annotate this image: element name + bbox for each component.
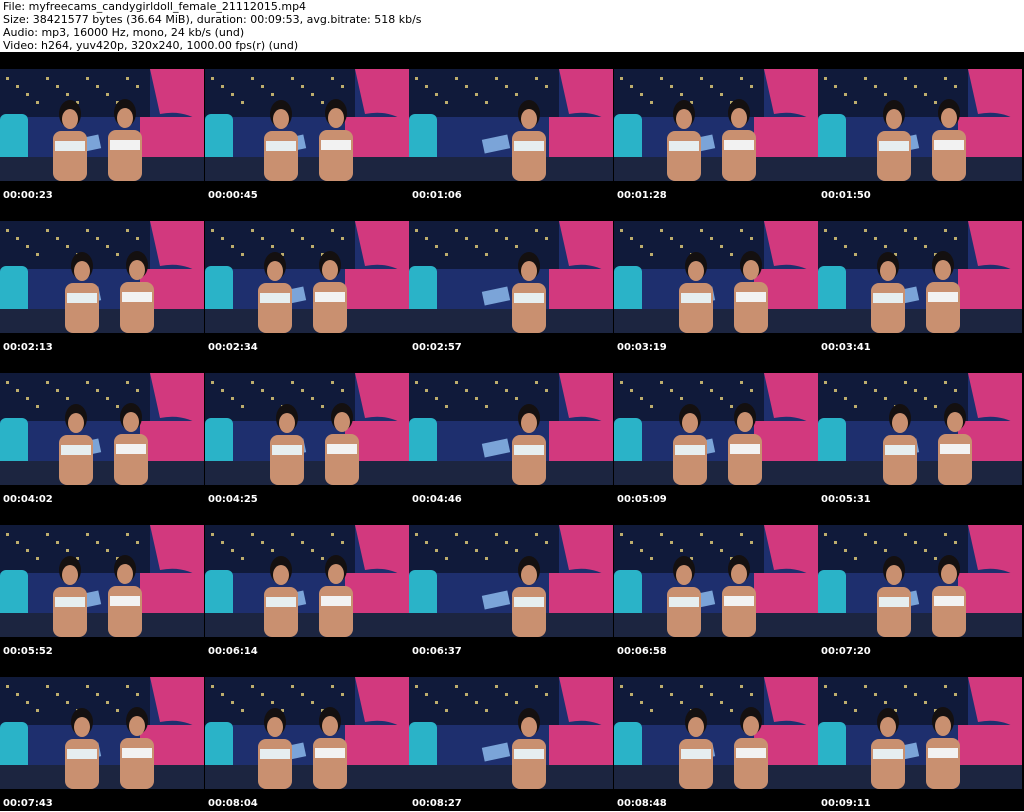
thumbnail-cell: 00:01:50 [818, 52, 1022, 204]
frame-timestamp: 00:08:48 [617, 798, 667, 809]
thumbnail-cell: 00:06:58 [614, 508, 818, 660]
video-frame-thumbnail [818, 221, 1022, 333]
video-frame-thumbnail [614, 677, 818, 789]
thumbnail-cell: 00:02:13 [0, 204, 204, 356]
frame-timestamp: 00:08:27 [412, 798, 462, 809]
video-frame-thumbnail [614, 69, 818, 181]
frame-timestamp: 00:04:25 [208, 494, 258, 505]
frame-timestamp: 00:02:57 [412, 342, 462, 353]
file-name-line: File: myfreecams_candygirldoll_female_21… [3, 0, 307, 13]
frame-timestamp: 00:01:28 [617, 190, 667, 201]
video-frame-thumbnail [614, 525, 818, 637]
video-frame-thumbnail [818, 69, 1022, 181]
video-frame-thumbnail [409, 373, 613, 485]
video-frame-thumbnail [409, 69, 613, 181]
frame-timestamp: 00:08:04 [208, 798, 258, 809]
video-frame-thumbnail [0, 373, 204, 485]
info-header: File: myfreecams_candygirldoll_female_21… [0, 0, 1024, 52]
thumbnail-cell: 00:08:04 [205, 660, 409, 812]
thumbnail-cell: 00:04:46 [409, 356, 613, 508]
frame-timestamp: 00:00:23 [3, 190, 53, 201]
frame-timestamp: 00:03:19 [617, 342, 667, 353]
video-frame-thumbnail [409, 221, 613, 333]
thumbnail-cell: 00:03:41 [818, 204, 1022, 356]
thumbnail-cell: 00:07:20 [818, 508, 1022, 660]
frame-timestamp: 00:05:09 [617, 494, 667, 505]
frame-timestamp: 00:06:58 [617, 646, 667, 657]
frame-timestamp: 00:03:41 [821, 342, 871, 353]
frame-timestamp: 00:01:06 [412, 190, 462, 201]
video-info-line: Video: h264, yuv420p, 320x240, 1000.00 f… [3, 39, 299, 52]
thumbnail-cell: 00:01:28 [614, 52, 818, 204]
frame-timestamp: 00:04:02 [3, 494, 53, 505]
video-frame-thumbnail [818, 373, 1022, 485]
thumbnail-cell: 00:06:14 [205, 508, 409, 660]
video-frame-thumbnail [409, 677, 613, 789]
frame-timestamp: 00:04:46 [412, 494, 462, 505]
video-frame-thumbnail [205, 373, 409, 485]
thumbnail-cell: 00:04:25 [205, 356, 409, 508]
video-frame-thumbnail [205, 525, 409, 637]
thumbnail-cell: 00:05:09 [614, 356, 818, 508]
video-frame-thumbnail [0, 677, 204, 789]
video-frame-thumbnail [818, 677, 1022, 789]
thumbnail-cell: 00:03:19 [614, 204, 818, 356]
video-frame-thumbnail [205, 69, 409, 181]
video-frame-thumbnail [205, 221, 409, 333]
video-frame-thumbnail [0, 221, 204, 333]
audio-info-line: Audio: mp3, 16000 Hz, mono, 24 kb/s (und… [3, 26, 245, 39]
video-frame-thumbnail [614, 221, 818, 333]
frame-timestamp: 00:02:34 [208, 342, 258, 353]
thumbnail-cell: 00:00:45 [205, 52, 409, 204]
thumbnail-cell: 00:00:23 [0, 52, 204, 204]
video-frame-thumbnail [205, 677, 409, 789]
frame-timestamp: 00:06:14 [208, 646, 258, 657]
frame-timestamp: 00:02:13 [3, 342, 53, 353]
thumbnail-cell: 00:05:52 [0, 508, 204, 660]
thumbnail-cell: 00:02:34 [205, 204, 409, 356]
video-frame-thumbnail [614, 373, 818, 485]
thumbnail-grid: 00:00:23 00:00:45 00:01:06 00:01:28 00:01:50… [0, 52, 1024, 811]
thumbnail-cell: 00:05:31 [818, 356, 1022, 508]
thumbnail-cell: 00:06:37 [409, 508, 613, 660]
thumbnail-cell: 00:07:43 [0, 660, 204, 812]
video-frame-thumbnail [409, 525, 613, 637]
thumbnail-cell: 00:08:48 [614, 660, 818, 812]
video-frame-thumbnail [818, 525, 1022, 637]
thumbnail-cell: 00:09:11 [818, 660, 1022, 812]
frame-timestamp: 00:07:43 [3, 798, 53, 809]
frame-timestamp: 00:07:20 [821, 646, 871, 657]
frame-timestamp: 00:01:50 [821, 190, 871, 201]
file-size-line: Size: 38421577 bytes (36.64 MiB), durati… [3, 13, 422, 26]
frame-timestamp: 00:05:52 [3, 646, 53, 657]
frame-timestamp: 00:05:31 [821, 494, 871, 505]
thumbnail-cell: 00:02:57 [409, 204, 613, 356]
video-frame-thumbnail [0, 69, 204, 181]
thumbnail-cell: 00:01:06 [409, 52, 613, 204]
video-frame-thumbnail [0, 525, 204, 637]
thumbnail-cell: 00:08:27 [409, 660, 613, 812]
frame-timestamp: 00:00:45 [208, 190, 258, 201]
frame-timestamp: 00:06:37 [412, 646, 462, 657]
thumbnail-cell: 00:04:02 [0, 356, 204, 508]
frame-timestamp: 00:09:11 [821, 798, 871, 809]
